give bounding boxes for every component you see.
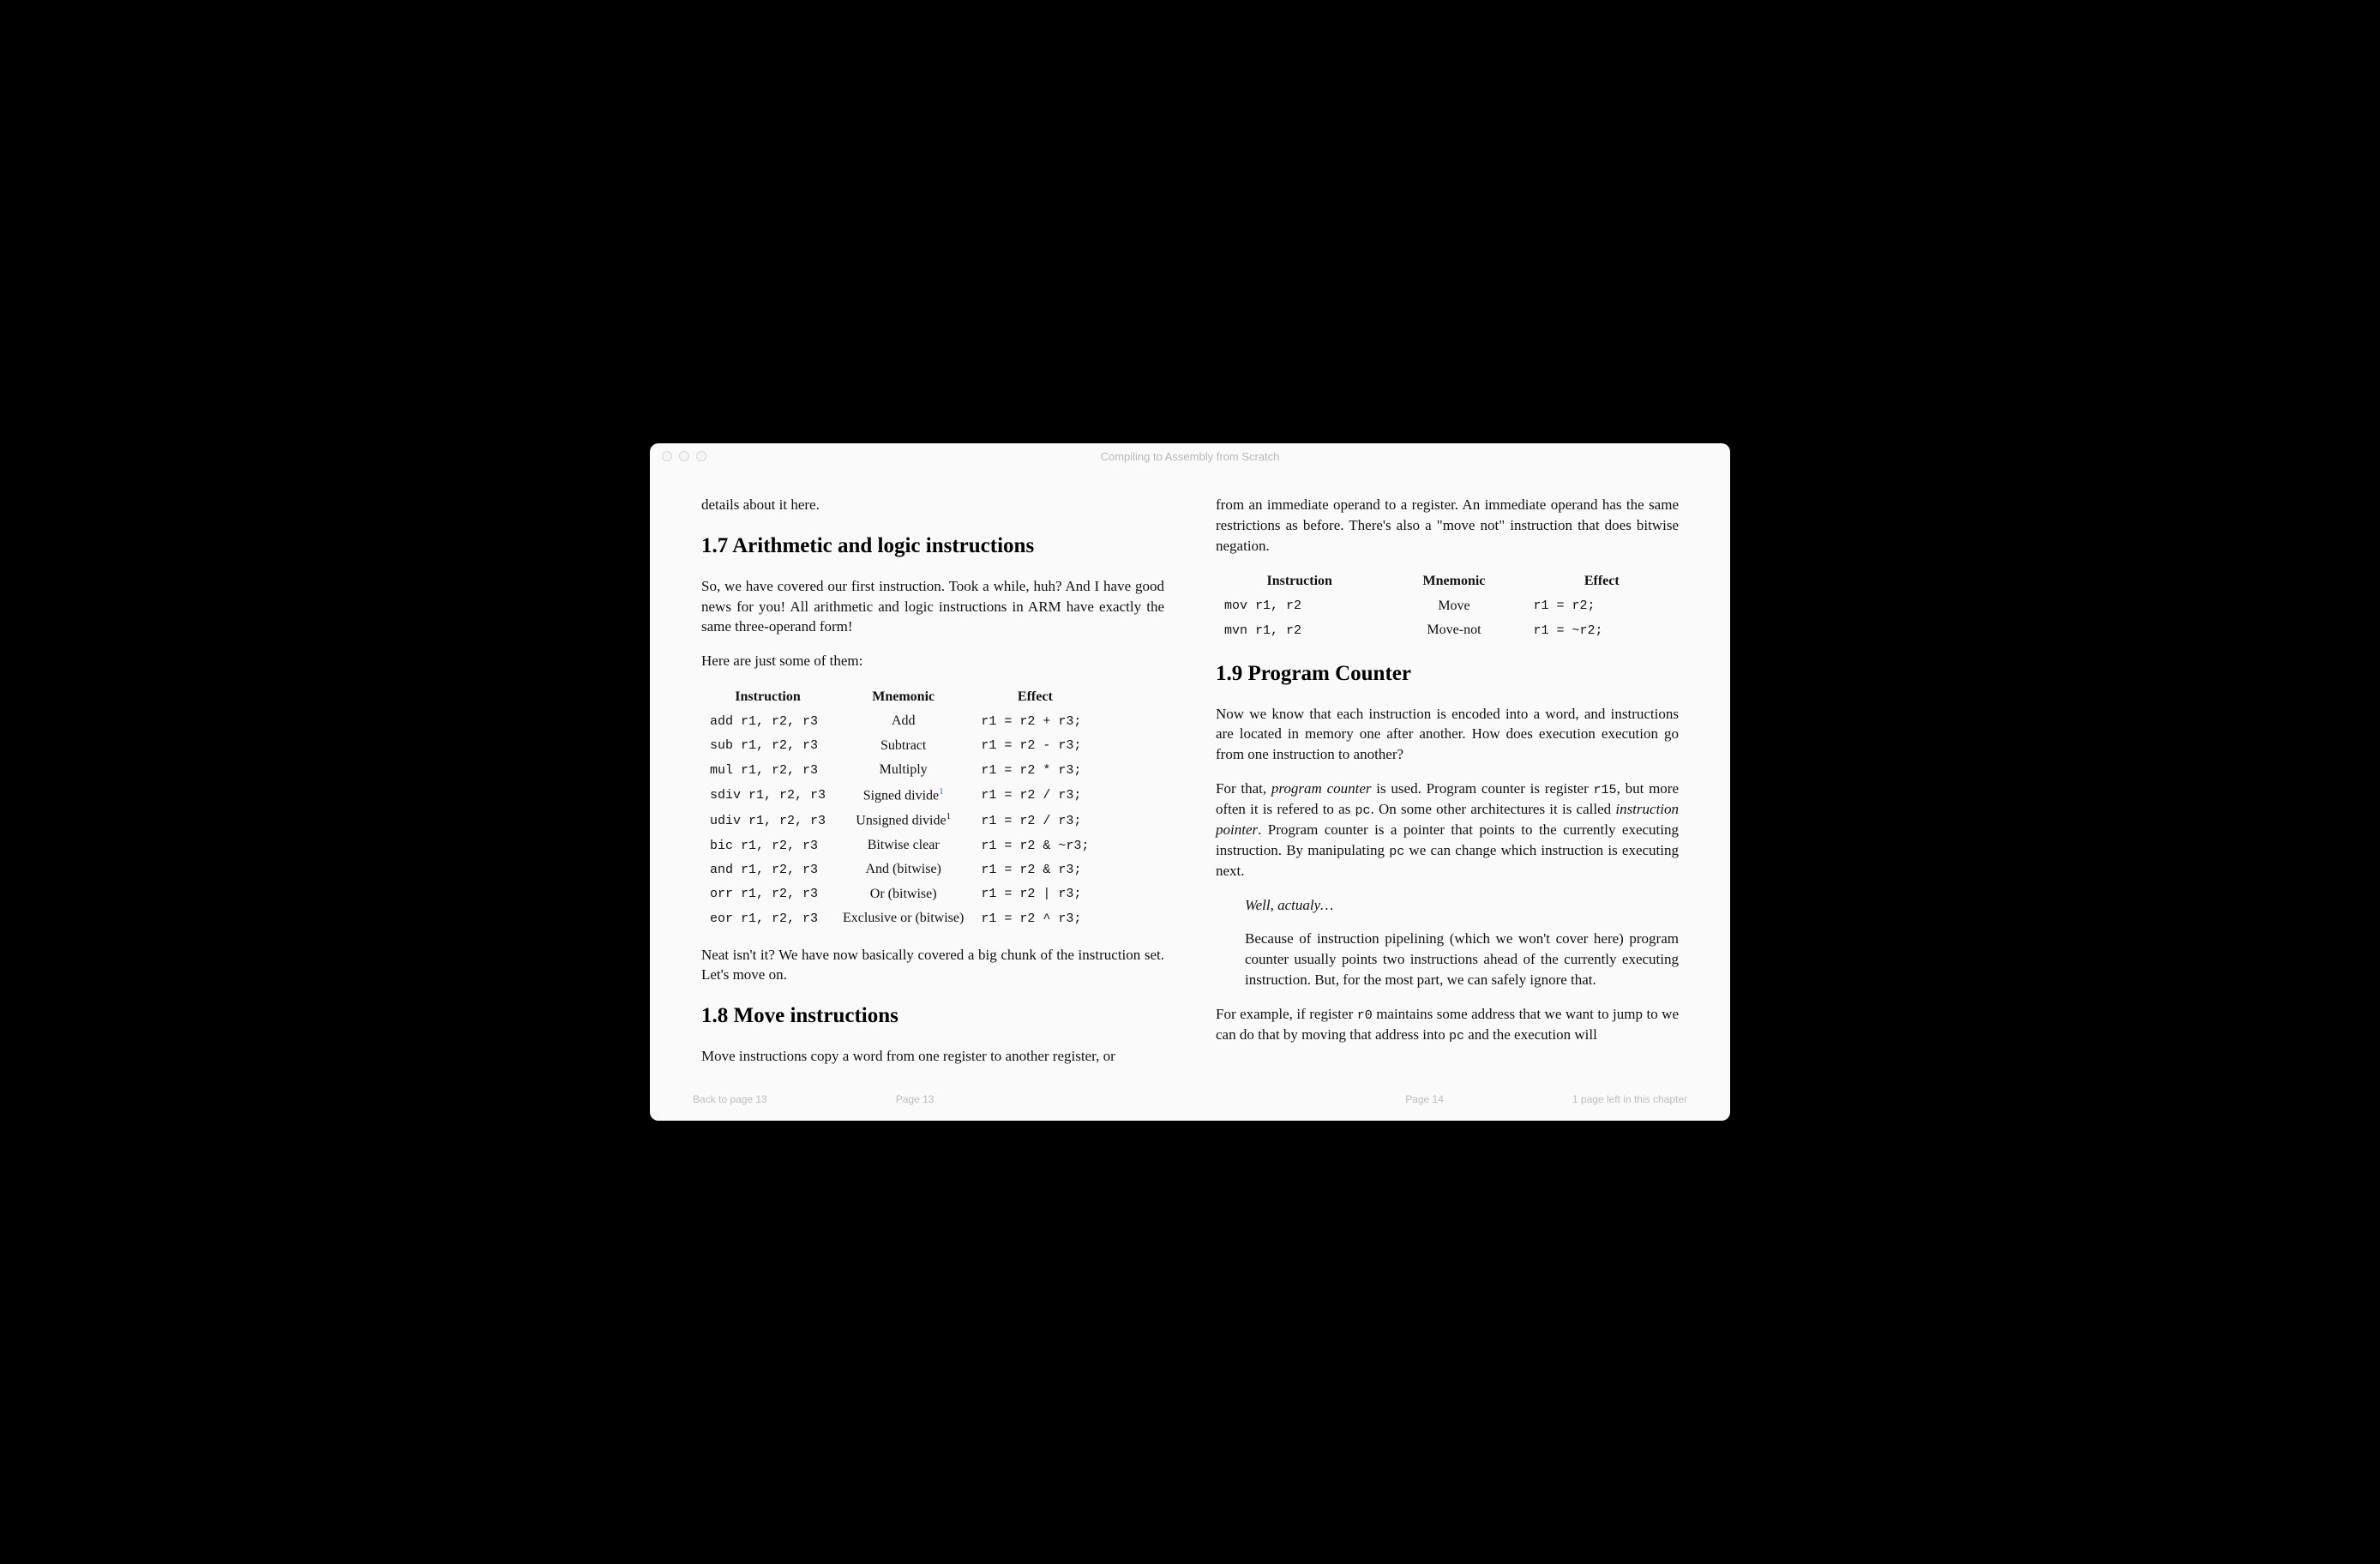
mnemonic-cell: Bitwise clear bbox=[834, 833, 972, 857]
paragraph: For example, if register r0 maintains so… bbox=[1216, 1004, 1679, 1045]
table-row: mvn r1, r2Move-notr1 = ~r2; bbox=[1216, 618, 1679, 642]
instruction-cell: sub r1, r2, r3 bbox=[701, 734, 834, 758]
right-page-indicator: Page 14 bbox=[1405, 1093, 1444, 1105]
blockquote-lead: Well, actualy… bbox=[1245, 895, 1679, 916]
effect-cell: r1 = r2 & ~r3; bbox=[972, 833, 1097, 857]
text: . On some other architectures it is call… bbox=[1371, 801, 1616, 817]
minimize-icon[interactable] bbox=[679, 451, 689, 461]
table-row: sdiv r1, r2, r3Signed divide1r1 = r2 / r… bbox=[701, 783, 1097, 809]
table-header: Instruction bbox=[1216, 569, 1383, 593]
mnemonic-cell: Exclusive or (bitwise) bbox=[834, 906, 972, 930]
effect-cell: r1 = r2 - r3; bbox=[972, 734, 1097, 758]
paragraph: So, we have covered our first instructio… bbox=[701, 576, 1164, 637]
code: r0 bbox=[1357, 1008, 1373, 1023]
effect-cell: r1 = r2 / r3; bbox=[972, 783, 1097, 809]
effect-cell: r1 = r2 | r3; bbox=[972, 882, 1097, 906]
table-row: add r1, r2, r3Addr1 = r2 + r3; bbox=[701, 709, 1097, 733]
table-row: sub r1, r2, r3Subtractr1 = r2 - r3; bbox=[701, 734, 1097, 758]
section-heading-1-8: 1.8 Move instructions bbox=[701, 1001, 1164, 1031]
paragraph: Move instructions copy a word from one r… bbox=[701, 1046, 1164, 1067]
blockquote-body: Because of instruction pipelining (which… bbox=[1245, 929, 1679, 990]
table-row: and r1, r2, r3And (bitwise)r1 = r2 & r3; bbox=[701, 857, 1097, 881]
effect-cell: r1 = r2; bbox=[1524, 594, 1679, 618]
paragraph: from an immediate operand to a register.… bbox=[1216, 495, 1679, 556]
left-page-indicator: Page 13 bbox=[896, 1093, 935, 1105]
effect-cell: r1 = r2 + r3; bbox=[972, 709, 1097, 733]
code: r15 bbox=[1594, 783, 1617, 797]
text: is used. Program counter is register bbox=[1372, 780, 1594, 797]
table-row: orr r1, r2, r3Or (bitwise)r1 = r2 | r3; bbox=[701, 882, 1097, 906]
mnemonic-cell: Unsigned divide1 bbox=[834, 808, 972, 833]
table-header: Instruction bbox=[701, 685, 834, 709]
mnemonic-cell: Subtract bbox=[834, 734, 972, 758]
emphasis: program counter bbox=[1271, 780, 1372, 797]
mnemonic-cell: And (bitwise) bbox=[834, 857, 972, 881]
mnemonic-cell: Multiply bbox=[834, 758, 972, 782]
instruction-cell: eor r1, r2, r3 bbox=[701, 906, 834, 930]
footer: Back to page 13 Page 13 Page 14 1 page l… bbox=[650, 1085, 1730, 1121]
table-header: Effect bbox=[1524, 569, 1679, 593]
instruction-cell: and r1, r2, r3 bbox=[701, 857, 834, 881]
titlebar: Compiling to Assembly from Scratch bbox=[650, 443, 1730, 469]
table-row: mov r1, r2Mover1 = r2; bbox=[1216, 594, 1679, 618]
instruction-cell: orr r1, r2, r3 bbox=[701, 882, 834, 906]
paragraph: Now we know that each instruction is enc… bbox=[1216, 704, 1679, 765]
emphasis: Well, actualy… bbox=[1245, 897, 1333, 913]
effect-cell: r1 = r2 / r3; bbox=[972, 808, 1097, 833]
pages-remaining: 1 page left in this chapter bbox=[1572, 1093, 1687, 1105]
instruction-cell: mvn r1, r2 bbox=[1216, 618, 1383, 642]
table-row: bic r1, r2, r3Bitwise clearr1 = r2 & ~r3… bbox=[701, 833, 1097, 857]
move-instructions-table: InstructionMnemonicEffect mov r1, r2Move… bbox=[1216, 569, 1679, 642]
effect-cell: r1 = ~r2; bbox=[1524, 618, 1679, 642]
code: pc bbox=[1449, 1029, 1464, 1044]
code: pc bbox=[1355, 803, 1371, 818]
paragraph: For that, program counter is used. Progr… bbox=[1216, 779, 1679, 881]
paragraph: details about it here. bbox=[701, 495, 1164, 515]
paragraph: Neat isn't it? We have now basically cov… bbox=[701, 945, 1164, 986]
section-heading-1-7: 1.7 Arithmetic and logic instructions bbox=[701, 531, 1164, 561]
mnemonic-cell: Move bbox=[1383, 594, 1524, 618]
traffic-lights bbox=[650, 451, 706, 461]
table-header: Mnemonic bbox=[1383, 569, 1524, 593]
left-column: details about it here. 1.7 Arithmetic an… bbox=[701, 495, 1164, 1076]
arithmetic-instructions-table: InstructionMnemonicEffect add r1, r2, r3… bbox=[701, 685, 1097, 931]
effect-cell: r1 = r2 ^ r3; bbox=[972, 906, 1097, 930]
instruction-cell: mov r1, r2 bbox=[1216, 594, 1383, 618]
text: and the execution will bbox=[1464, 1026, 1597, 1043]
table-row: mul r1, r2, r3Multiplyr1 = r2 * r3; bbox=[701, 758, 1097, 782]
mnemonic-cell: Or (bitwise) bbox=[834, 882, 972, 906]
reader-window: Compiling to Assembly from Scratch detai… bbox=[650, 443, 1730, 1121]
mnemonic-cell: Signed divide1 bbox=[834, 783, 972, 809]
instruction-cell: mul r1, r2, r3 bbox=[701, 758, 834, 782]
footnote-ref[interactable]: 1 bbox=[939, 786, 944, 797]
right-column: from an immediate operand to a register.… bbox=[1216, 495, 1679, 1076]
close-icon[interactable] bbox=[662, 451, 672, 461]
page-content: details about it here. 1.7 Arithmetic an… bbox=[650, 469, 1730, 1085]
table-header: Mnemonic bbox=[834, 685, 972, 709]
text: For that, bbox=[1216, 780, 1271, 797]
table-header: Effect bbox=[972, 685, 1097, 709]
instruction-cell: add r1, r2, r3 bbox=[701, 709, 834, 733]
mnemonic-cell: Move-not bbox=[1383, 618, 1524, 642]
effect-cell: r1 = r2 & r3; bbox=[972, 857, 1097, 881]
paragraph: Here are just some of them: bbox=[701, 651, 1164, 671]
instruction-cell: sdiv r1, r2, r3 bbox=[701, 783, 834, 809]
zoom-icon[interactable] bbox=[696, 451, 706, 461]
footnote-ref: 1 bbox=[947, 811, 952, 821]
section-heading-1-9: 1.9 Program Counter bbox=[1216, 659, 1679, 689]
table-row: udiv r1, r2, r3Unsigned divide1r1 = r2 /… bbox=[701, 808, 1097, 833]
instruction-cell: udiv r1, r2, r3 bbox=[701, 808, 834, 833]
text: For example, if register bbox=[1216, 1006, 1357, 1022]
window-title: Compiling to Assembly from Scratch bbox=[650, 450, 1730, 463]
code: pc bbox=[1389, 845, 1404, 859]
back-link[interactable]: Back to page 13 bbox=[693, 1093, 767, 1105]
blockquote: Well, actualy… Because of instruction pi… bbox=[1245, 895, 1679, 990]
effect-cell: r1 = r2 * r3; bbox=[972, 758, 1097, 782]
table-row: eor r1, r2, r3Exclusive or (bitwise)r1 =… bbox=[701, 906, 1097, 930]
instruction-cell: bic r1, r2, r3 bbox=[701, 833, 834, 857]
mnemonic-cell: Add bbox=[834, 709, 972, 733]
